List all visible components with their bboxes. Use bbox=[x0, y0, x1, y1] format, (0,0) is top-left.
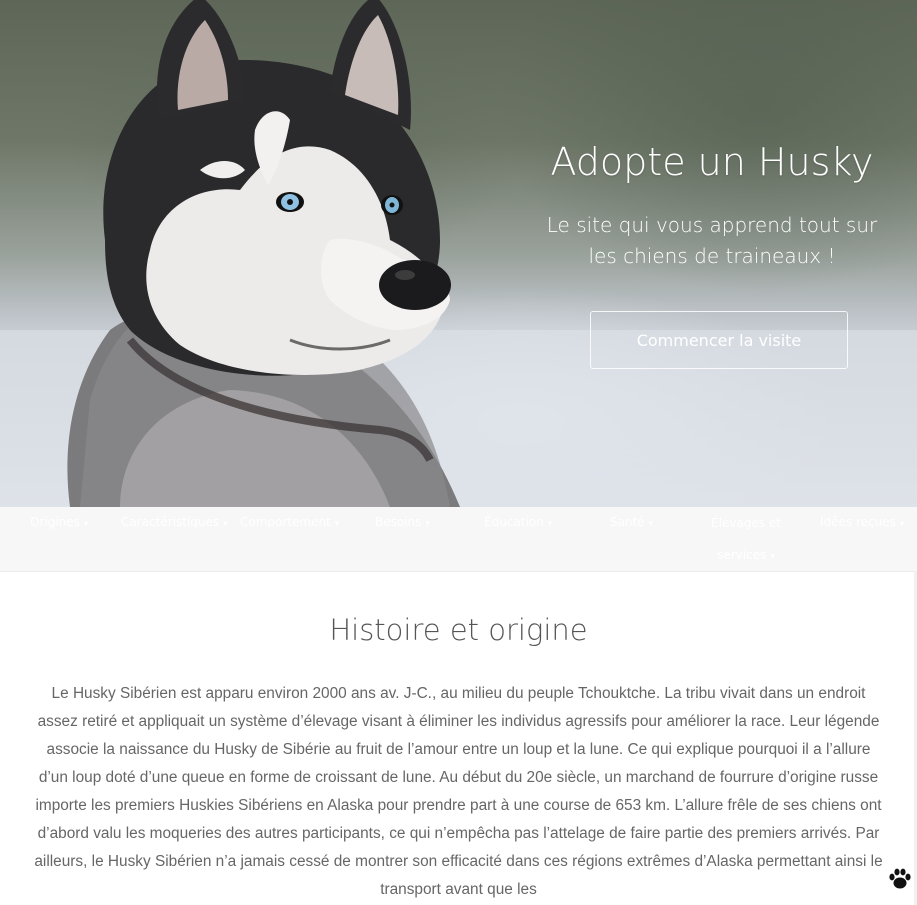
caret-down-icon: ▾ bbox=[425, 519, 430, 529]
caret-down-icon: ▾ bbox=[648, 519, 654, 529]
nav-item-elevages[interactable]: Élevages et services ▾ bbox=[706, 507, 786, 573]
nav-label: Origines bbox=[30, 515, 80, 529]
nav-item-besoins[interactable]: Besoins ▾ bbox=[375, 515, 430, 529]
caret-down-icon: ▾ bbox=[83, 519, 89, 529]
hero-banner: Adopte un Husky Le site qui vous apprend… bbox=[0, 0, 917, 507]
caret-down-icon: ▾ bbox=[223, 519, 228, 529]
nav-item-caracteristiques[interactable]: Caractéristiques ▾ bbox=[121, 515, 228, 529]
nav-label: Caractéristiques bbox=[121, 515, 220, 529]
nav-item-origines[interactable]: Origines ▾ bbox=[30, 515, 88, 529]
nav-label: Santé bbox=[610, 515, 645, 529]
caret-down-icon: ▾ bbox=[770, 552, 775, 562]
nav-label: Éducation bbox=[484, 515, 544, 529]
hero-title: Adopte un Husky bbox=[550, 140, 874, 184]
caret-down-icon: ▾ bbox=[334, 519, 340, 529]
nav-item-comportement[interactable]: Comportement ▾ bbox=[240, 515, 339, 529]
nav-label: Besoins bbox=[375, 515, 422, 529]
start-visit-button[interactable]: Commencer la visite bbox=[590, 311, 848, 369]
section-title: Histoire et origine bbox=[329, 613, 588, 647]
caret-down-icon: ▾ bbox=[899, 519, 905, 529]
nav-item-idees-recues[interactable]: Idées reçues ▾ bbox=[820, 515, 904, 529]
caret-down-icon: ▾ bbox=[547, 519, 553, 529]
nav-label: Comportement bbox=[240, 515, 331, 529]
hero-subtitle: Le site qui vous apprend tout sur les ch… bbox=[546, 213, 878, 268]
nav-item-education[interactable]: Éducation ▾ bbox=[484, 515, 552, 529]
section-paragraph: Le Husky Sibérien est apparu environ 200… bbox=[34, 685, 883, 898]
paw-icon[interactable] bbox=[887, 866, 913, 892]
nav-item-sante[interactable]: Santé ▾ bbox=[610, 515, 653, 529]
main-navbar: Origines ▾ Caractéristiques ▾ Comportement… bbox=[0, 507, 917, 572]
nav-label: Idées reçues bbox=[820, 515, 896, 529]
